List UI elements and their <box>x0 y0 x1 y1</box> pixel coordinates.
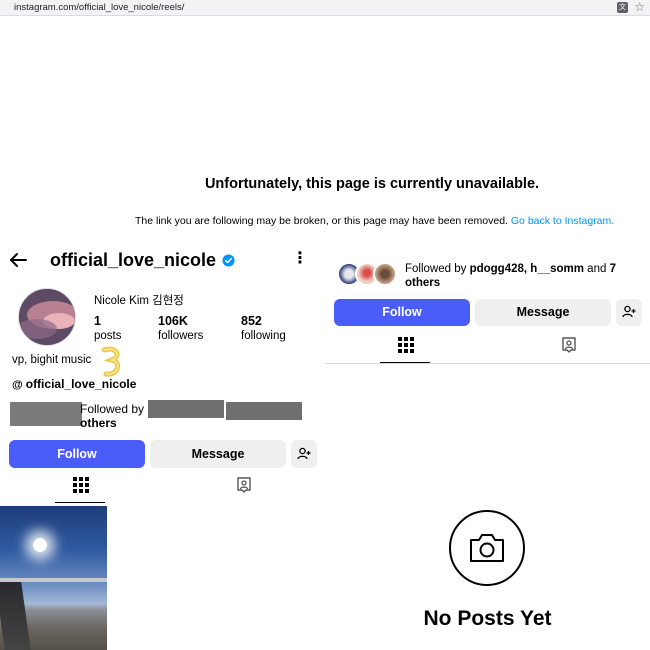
right-profile-panel: Followed by pdogg428, h__somm and 7 othe… <box>325 250 650 650</box>
purple-heart-pretzel-emoji-icon <box>101 346 121 377</box>
follow-button-2[interactable]: Follow <box>334 299 470 326</box>
message-button[interactable]: Message <box>150 440 286 468</box>
shadow-in-photo <box>0 582 31 650</box>
unavailable-description: The link you are following may be broken… <box>135 215 614 227</box>
follow-button[interactable]: Follow <box>9 440 145 468</box>
followed-by-names: pdogg428, h__somm <box>469 263 584 275</box>
message-button-2[interactable]: Message <box>475 299 611 326</box>
add-person-button-2[interactable] <box>616 299 642 326</box>
followed-by-prefix: Followed by <box>80 402 145 416</box>
stat-followers-value: 106K <box>158 314 188 328</box>
profile-bio: vp, bighit music <box>12 354 92 366</box>
followed-by-count: 7 <box>609 263 616 275</box>
redacted-name-2 <box>226 402 302 420</box>
redacted-name-1 <box>148 400 224 418</box>
star-icon[interactable]: ☆ <box>634 0 645 14</box>
threads-handle: official_love_nicole <box>25 377 137 391</box>
unavailable-title: Unfortunately, this page is currently un… <box>204 176 540 192</box>
unavailable-description-text: The link you are following may be broken… <box>135 215 508 227</box>
stat-following-value: 852 <box>241 314 262 328</box>
url-text[interactable]: instagram.com/official_love_nicole/reels… <box>14 2 184 13</box>
followed-by-and: and <box>587 263 607 275</box>
tabs-divider <box>325 363 650 364</box>
grid-tab-icon[interactable] <box>73 477 89 493</box>
profile-username: official_love_nicole <box>50 250 217 270</box>
translate-icon[interactable]: 文 <box>617 2 628 13</box>
sun-in-photo <box>33 538 47 552</box>
stat-posts-value: 1 <box>94 314 101 328</box>
verified-badge-icon <box>222 254 235 267</box>
no-posts-title: No Posts Yet <box>423 607 552 630</box>
grid-tab-icon-2[interactable] <box>398 337 414 353</box>
back-to-instagram-link[interactable]: Go back to Instagram. <box>511 215 614 227</box>
followed-by-row[interactable]: Followed by others <box>10 400 310 430</box>
profile-avatar[interactable] <box>18 288 76 346</box>
grid-tab-indicator <box>55 502 105 503</box>
followed-by-prefix-2: Followed by <box>405 263 467 275</box>
followed-by-others-2: others <box>405 277 441 289</box>
post-thumbnail[interactable] <box>0 506 107 650</box>
camera-icon <box>470 534 504 562</box>
tagged-tab-icon[interactable] <box>235 476 253 494</box>
empty-posts-circle <box>449 510 525 586</box>
add-person-button[interactable] <box>291 440 317 468</box>
more-options-icon[interactable]: ⋮ <box>292 250 308 270</box>
profile-panel: official_love_nicole ⋮ Nicole Kim 김현정 1 … <box>0 244 324 650</box>
add-person-icon <box>297 447 311 460</box>
followed-by-others: others <box>80 416 117 430</box>
profile-display-name: Nicole Kim 김현정 <box>94 295 184 307</box>
stat-followers[interactable]: 106K followers <box>158 314 203 342</box>
stat-following-label: following <box>241 330 286 342</box>
browser-address-bar[interactable]: instagram.com/official_love_nicole/reels… <box>0 0 650 16</box>
back-arrow-icon[interactable] <box>8 250 28 270</box>
tagged-tab-icon-2[interactable] <box>560 336 578 354</box>
add-person-icon-2 <box>622 305 636 318</box>
follower-avatar-3[interactable] <box>373 262 397 286</box>
stat-posts[interactable]: 1 posts <box>94 314 122 342</box>
stat-followers-label: followers <box>158 330 204 342</box>
stat-following[interactable]: 852 following <box>241 314 286 342</box>
threads-link[interactable]: @ official_love_nicole <box>12 377 136 391</box>
redacted-avatars <box>10 402 82 426</box>
followed-by-text[interactable]: Followed by pdogg428, h__somm and 7 othe… <box>405 262 640 290</box>
threads-icon: @ <box>12 379 23 391</box>
stat-posts-label: posts <box>94 330 122 342</box>
